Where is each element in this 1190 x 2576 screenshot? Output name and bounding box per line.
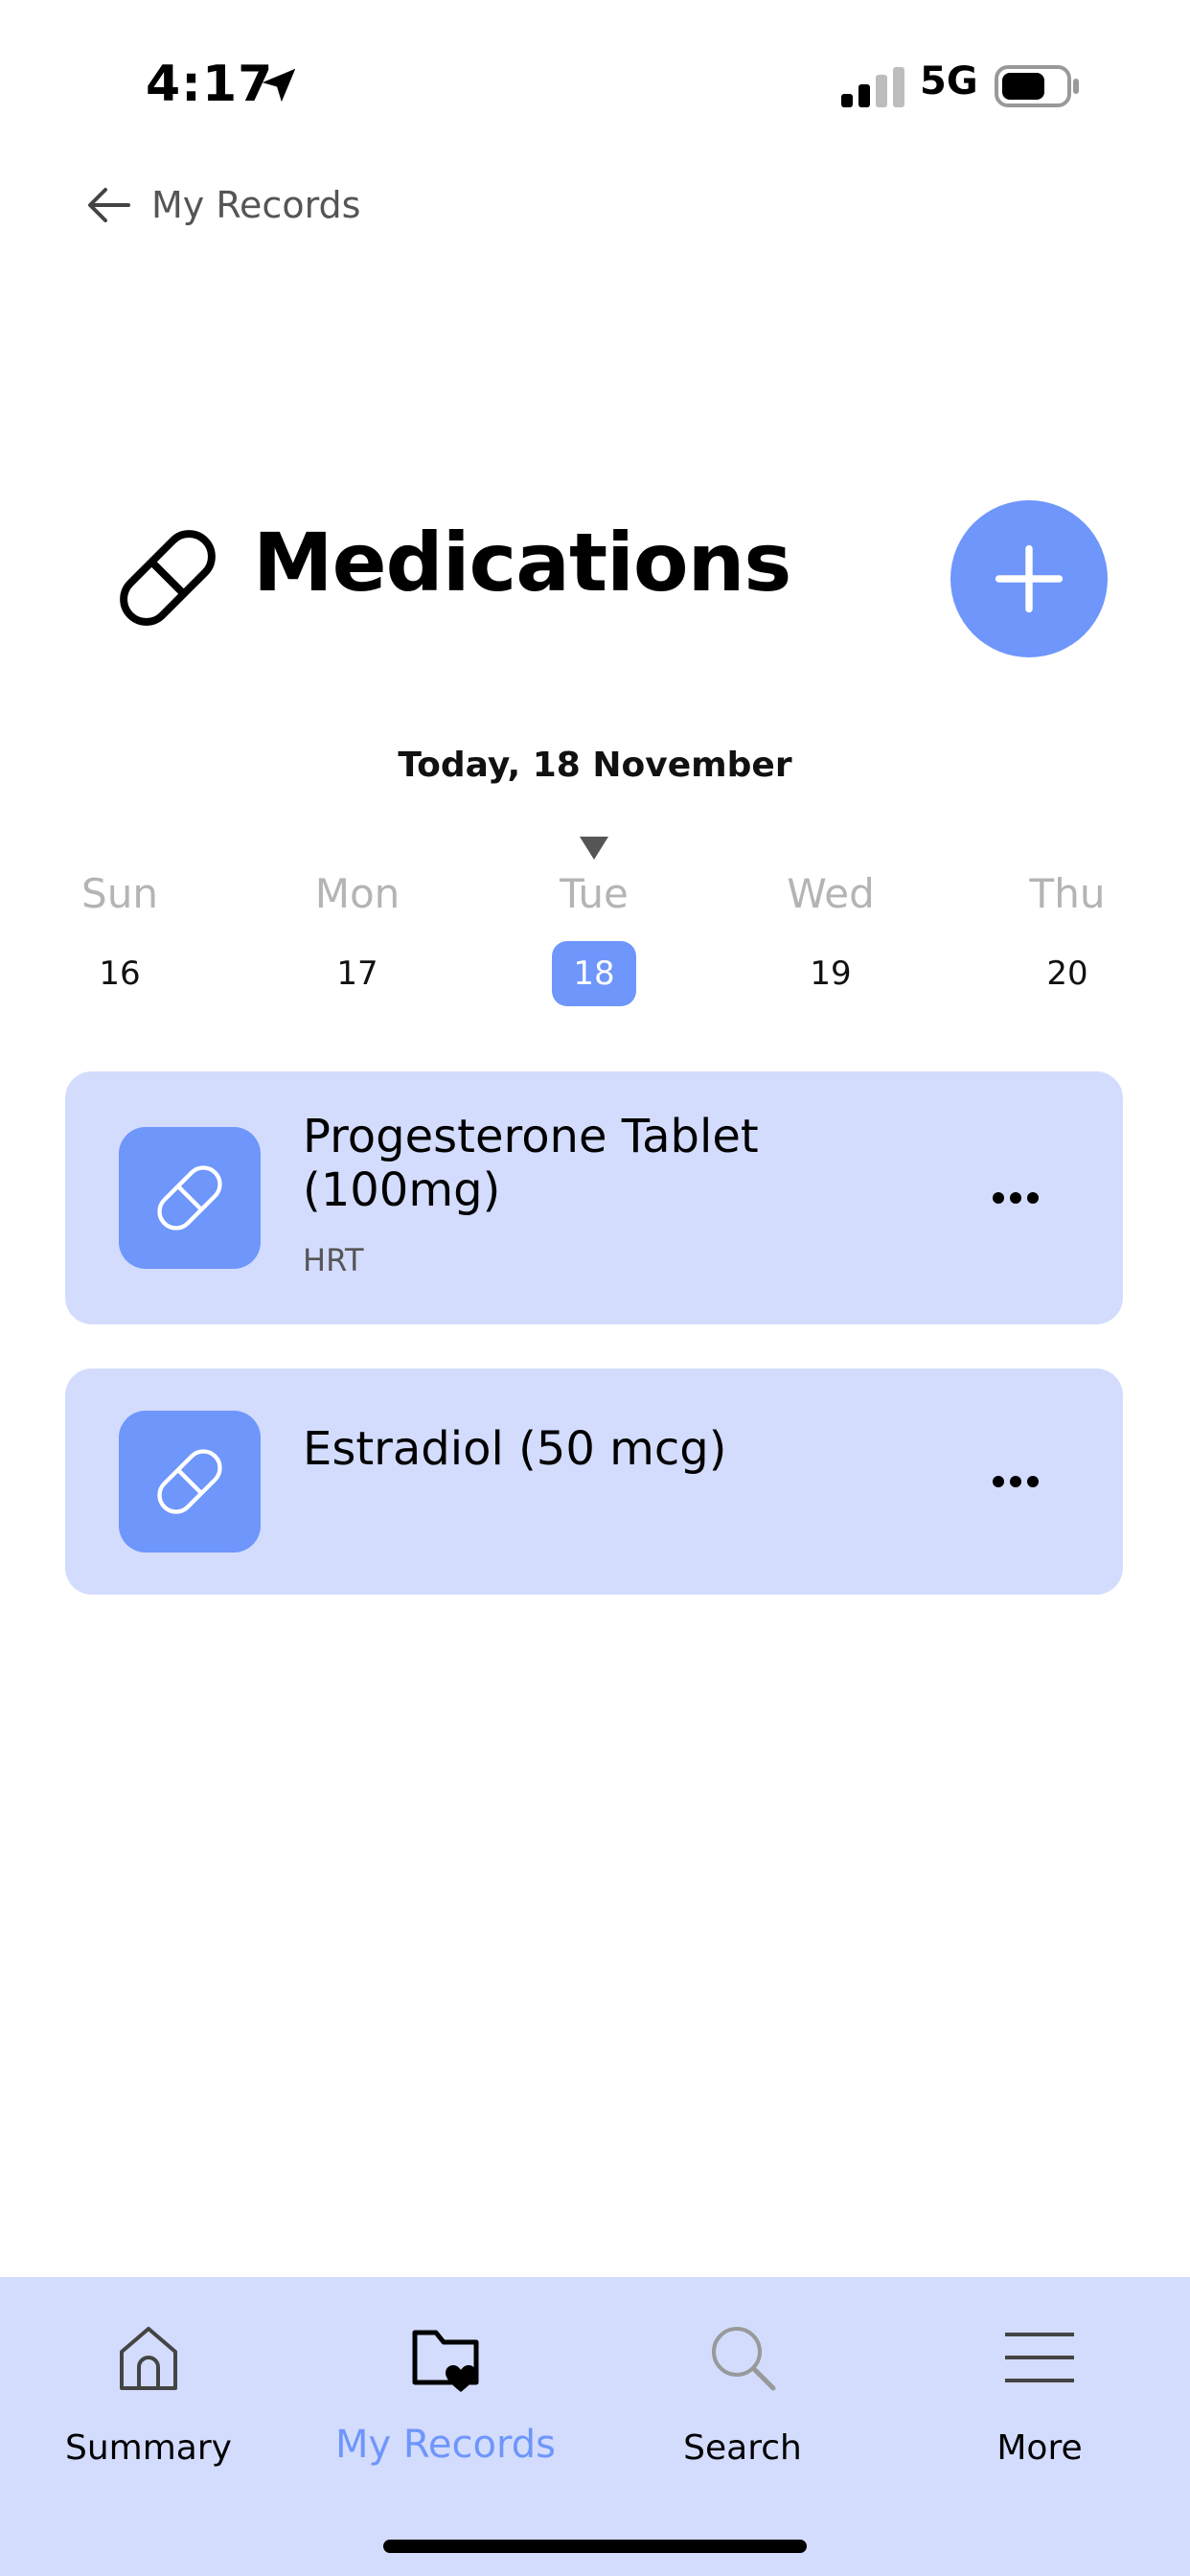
location-arrow-icon <box>262 68 296 103</box>
plus-icon <box>995 544 1064 613</box>
back-arrow-icon <box>88 188 130 222</box>
day-name-thu: Thu <box>1029 870 1106 917</box>
day-number-20[interactable]: 20 <box>1000 941 1134 1006</box>
search-icon <box>712 2327 776 2391</box>
day-name-sun: Sun <box>81 870 158 917</box>
nav-label-search: Search <box>683 2428 802 2468</box>
cellular-signal-icon <box>841 67 904 107</box>
battery-icon <box>995 65 1079 107</box>
pill-icon <box>157 1449 222 1514</box>
network-type: 5G <box>920 59 978 104</box>
nav-item-search[interactable]: Search <box>628 2319 858 2468</box>
selected-day-marker-icon <box>580 837 608 860</box>
day-number-16[interactable]: 16 <box>53 941 187 1006</box>
pill-icon <box>120 530 216 626</box>
nav-label-more: More <box>996 2428 1083 2468</box>
nav-item-more[interactable]: More <box>925 2319 1155 2468</box>
day-number-18-selected[interactable]: 18 <box>552 941 636 1006</box>
nav-item-my-records[interactable]: My Records <box>331 2319 561 2467</box>
more-options-icon[interactable] <box>977 1179 1054 1217</box>
medication-card-estradiol[interactable]: Estradiol (50 mcg) <box>65 1368 1123 1595</box>
folder-heart-icon <box>412 2330 479 2392</box>
day-name-wed: Wed <box>787 870 875 917</box>
day-name-mon: Mon <box>314 870 400 917</box>
pill-icon <box>157 1165 222 1230</box>
back-label: My Records <box>151 184 361 226</box>
day-number-19[interactable]: 19 <box>764 941 898 1006</box>
home-indicator[interactable] <box>383 2540 807 2553</box>
today-label: Today, 18 November <box>398 746 792 785</box>
nav-label-my-records: My Records <box>335 2423 556 2467</box>
nav-label-summary: Summary <box>65 2428 232 2468</box>
nav-item-summary[interactable]: Summary <box>34 2319 263 2468</box>
medication-card-progesterone[interactable]: Progesterone Tablet (100mg) HRT <box>65 1071 1123 1324</box>
status-time: 4:17 <box>146 56 274 113</box>
medication-category: HRT <box>303 1242 364 1278</box>
medication-title: Progesterone Tablet (100mg) <box>303 1110 759 1217</box>
day-name-tue: Tue <box>560 870 629 917</box>
home-icon <box>120 2327 177 2390</box>
medication-pill-icon <box>119 1411 261 1552</box>
page-title: Medications <box>253 516 791 610</box>
medication-title: Estradiol (50 mcg) <box>303 1422 727 1476</box>
more-options-icon[interactable] <box>977 1462 1054 1501</box>
menu-icon <box>1005 2333 1074 2382</box>
add-medication-button[interactable] <box>950 500 1108 657</box>
day-number-17[interactable]: 17 <box>290 941 424 1006</box>
back-link[interactable]: My Records <box>86 178 360 232</box>
medication-pill-icon <box>119 1127 261 1269</box>
